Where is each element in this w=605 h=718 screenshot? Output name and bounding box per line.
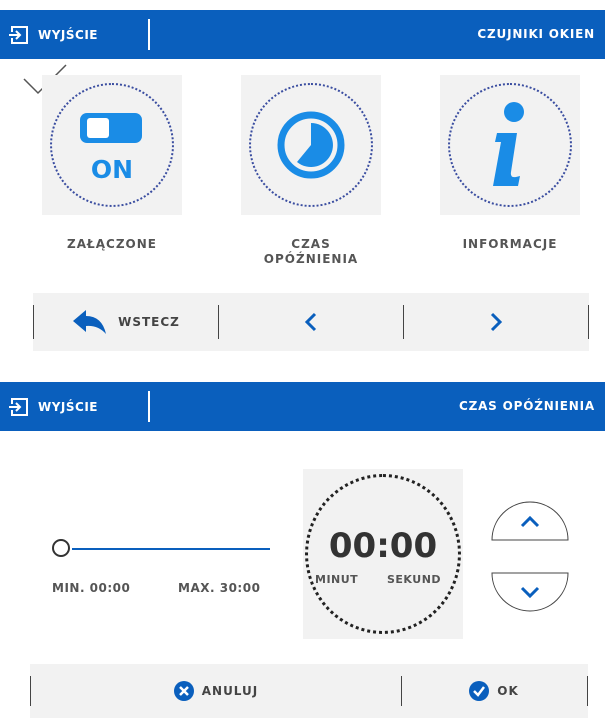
tile-label-information: INFORMACJE — [462, 237, 558, 251]
tile-information[interactable] — [440, 75, 580, 215]
exit-label: WYJŚCIE — [38, 399, 99, 414]
tile-enabled[interactable]: ON — [42, 75, 182, 215]
info-icon — [493, 102, 524, 186]
next-button[interactable] — [404, 293, 588, 351]
exit-label: WYJŚCIE — [38, 27, 99, 42]
divider — [588, 305, 589, 339]
exit-icon — [9, 397, 28, 416]
ok-button[interactable]: OK — [402, 664, 586, 718]
delay-slider-handle[interactable] — [52, 539, 70, 557]
increase-button[interactable] — [490, 498, 570, 542]
tile-label-line1: CZAS — [291, 237, 331, 251]
timer-display: 00:00 MINUT SEKUND — [303, 469, 463, 639]
chevron-right-icon — [490, 312, 503, 332]
navigation-bar: WSTECZ — [33, 293, 589, 351]
header-bar: WYJŚCIE CZUJNIKI OKIEN — [0, 10, 605, 59]
decrease-button[interactable] — [490, 571, 570, 615]
back-arrow-icon — [73, 310, 107, 334]
slider-max-label: MAX. 30:00 — [178, 581, 261, 595]
tile-label-delay-time: CZAS OPÓŹNIENIA — [221, 237, 401, 267]
cancel-icon — [173, 681, 194, 701]
tile-delay-time[interactable] — [241, 75, 381, 215]
page-title: CZUJNIKI OKIEN — [477, 27, 595, 41]
exit-icon — [9, 25, 28, 44]
action-bar: ANULUJ OK — [30, 664, 588, 718]
header-divider — [148, 391, 150, 422]
exit-button[interactable]: WYJŚCIE — [9, 382, 98, 431]
ok-label: OK — [497, 684, 519, 698]
chevron-left-icon — [304, 312, 317, 332]
tile-label-line2: OPÓŹNIENIA — [263, 252, 359, 266]
slider-min-label: MIN. 00:00 — [52, 581, 131, 595]
timer-unit-seconds: SEKUND — [387, 573, 442, 586]
cancel-label: ANULUJ — [201, 684, 259, 698]
back-button[interactable]: WSTECZ — [34, 293, 218, 351]
previous-button[interactable] — [219, 293, 403, 351]
timer-value: 00:00 — [328, 526, 438, 566]
header-divider — [148, 19, 150, 50]
toggle-state-text: ON — [90, 155, 134, 184]
page-title: CZAS OPÓŹNIENIA — [458, 399, 595, 413]
clock-icon — [277, 111, 345, 179]
cancel-button[interactable]: ANULUJ — [31, 664, 401, 718]
divider — [587, 676, 588, 706]
header-bar: WYJŚCIE CZAS OPÓŹNIENIA — [0, 382, 605, 431]
check-circle-icon — [469, 681, 490, 701]
timer-unit-minutes: MINUT — [315, 573, 359, 586]
delay-slider-track[interactable] — [72, 548, 270, 550]
back-label: WSTECZ — [118, 315, 180, 329]
tile-label-enabled: ZAŁĄCZONE — [67, 237, 157, 251]
exit-button[interactable]: WYJŚCIE — [9, 10, 98, 59]
